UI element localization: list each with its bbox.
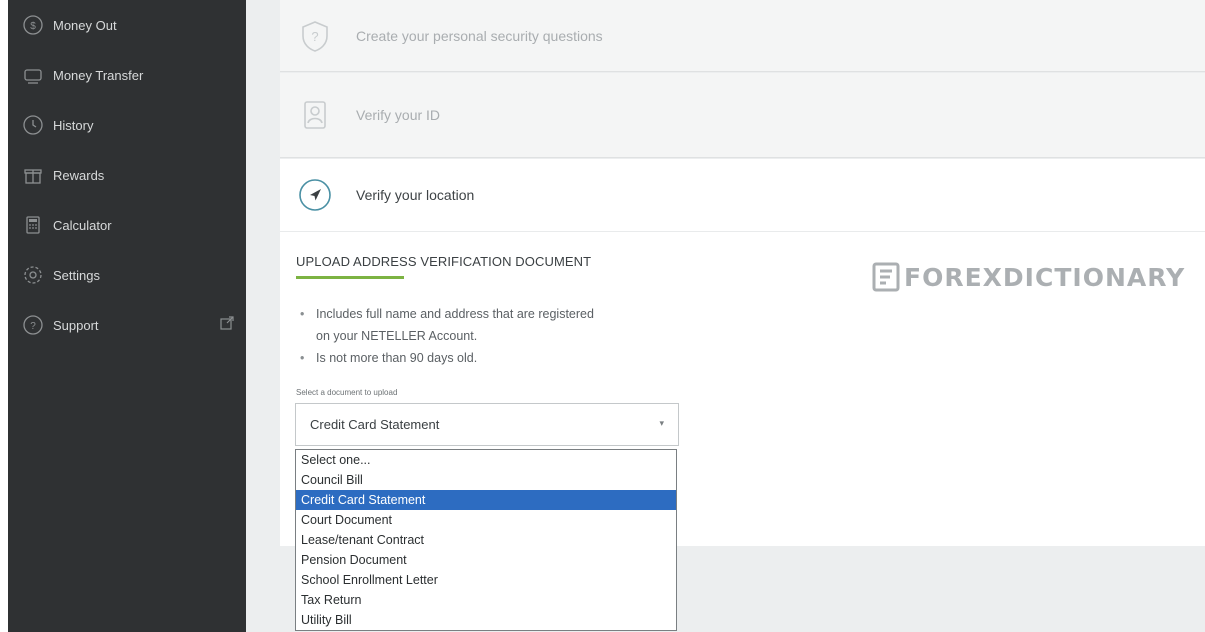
step-label: Verify your location — [356, 187, 475, 203]
dropdown-option[interactable]: Credit Card Statement — [296, 490, 676, 510]
sidebar-item-label: Money Transfer — [53, 67, 144, 83]
forexdictionary-logo-icon — [872, 262, 900, 292]
sidebar-item-label: Settings — [53, 267, 100, 283]
external-link-icon — [220, 316, 234, 330]
requirement-item: • Is not more than 90 days old. — [300, 348, 477, 368]
shield-question-icon: ? — [298, 19, 332, 53]
svg-text:?: ? — [30, 321, 36, 332]
sidebar: $ Money Out Money Transfer History Rewar… — [8, 0, 246, 632]
sidebar-item-money-transfer[interactable]: Money Transfer — [8, 50, 246, 100]
watermark-text: FOREXDICTIONARY — [904, 262, 1186, 292]
dropdown-option[interactable]: Utility Bill — [296, 610, 676, 630]
sidebar-item-settings[interactable]: Settings — [8, 250, 246, 300]
title-underline — [296, 276, 404, 279]
bullet-icon: • — [300, 351, 305, 365]
dropdown-option[interactable]: Pension Document — [296, 550, 676, 570]
dropdown-option[interactable]: Council Bill — [296, 470, 676, 490]
dropdown-option[interactable]: Select one... — [296, 450, 676, 470]
svg-text:?: ? — [311, 29, 318, 44]
select-value: Credit Card Statement — [310, 417, 440, 432]
location-arrow-icon — [298, 178, 332, 212]
sidebar-item-money-out[interactable]: $ Money Out — [8, 0, 246, 50]
svg-text:$: $ — [30, 21, 36, 32]
dropdown-option[interactable]: Lease/tenant Contract — [296, 530, 676, 550]
upload-title: UPLOAD ADDRESS VERIFICATION DOCUMENT — [296, 254, 592, 269]
sidebar-item-label: Support — [53, 317, 99, 333]
step-label: Create your personal security questions — [356, 27, 603, 44]
step-verify-location[interactable]: Verify your location — [280, 159, 1205, 232]
sidebar-item-label: History — [53, 117, 94, 133]
calculator-icon — [22, 214, 44, 236]
sidebar-item-history[interactable]: History — [8, 100, 246, 150]
id-card-icon — [298, 98, 332, 132]
dropdown-option[interactable]: School Enrollment Letter — [296, 570, 676, 590]
support-icon: ? — [22, 314, 44, 336]
rewards-icon — [22, 164, 44, 186]
dropdown-option[interactable]: Court Document — [296, 510, 676, 530]
sidebar-item-label: Calculator — [53, 217, 112, 233]
money-out-icon: $ — [22, 14, 44, 36]
requirement-item: • Includes full name and address that are… — [300, 304, 594, 324]
settings-icon — [22, 264, 44, 286]
document-type-dropdown: Select one... Council Bill Credit Card Sta… — [295, 449, 677, 631]
requirement-text: Includes full name and address that are … — [316, 307, 594, 321]
dropdown-option[interactable]: Tax Return — [296, 590, 676, 610]
watermark: FOREXDICTIONARY — [872, 262, 1185, 292]
select-label: Select a document to upload — [296, 388, 398, 397]
chevron-down-icon: ▾ — [659, 418, 664, 428]
sidebar-item-calculator[interactable]: Calculator — [8, 200, 246, 250]
money-transfer-icon — [22, 64, 44, 86]
document-type-select[interactable]: Credit Card Statement ▾ — [295, 403, 679, 446]
requirement-text: Is not more than 90 days old. — [316, 351, 478, 365]
sidebar-item-label: Rewards — [53, 167, 105, 183]
sidebar-item-label: Money Out — [53, 17, 117, 33]
requirement-item: on your NETELLER Account. — [300, 326, 477, 346]
step-verify-id[interactable]: Verify your ID — [280, 73, 1205, 158]
requirement-text: on your NETELLER Account. — [316, 329, 478, 343]
history-icon — [22, 114, 44, 136]
step-label: Verify your ID — [356, 107, 441, 123]
step-security-questions[interactable]: ? Create your personal security question… — [280, 0, 1205, 72]
sidebar-item-support[interactable]: ? Support — [8, 300, 246, 350]
sidebar-item-rewards[interactable]: Rewards — [8, 150, 246, 200]
bullet-icon: • — [300, 307, 305, 321]
